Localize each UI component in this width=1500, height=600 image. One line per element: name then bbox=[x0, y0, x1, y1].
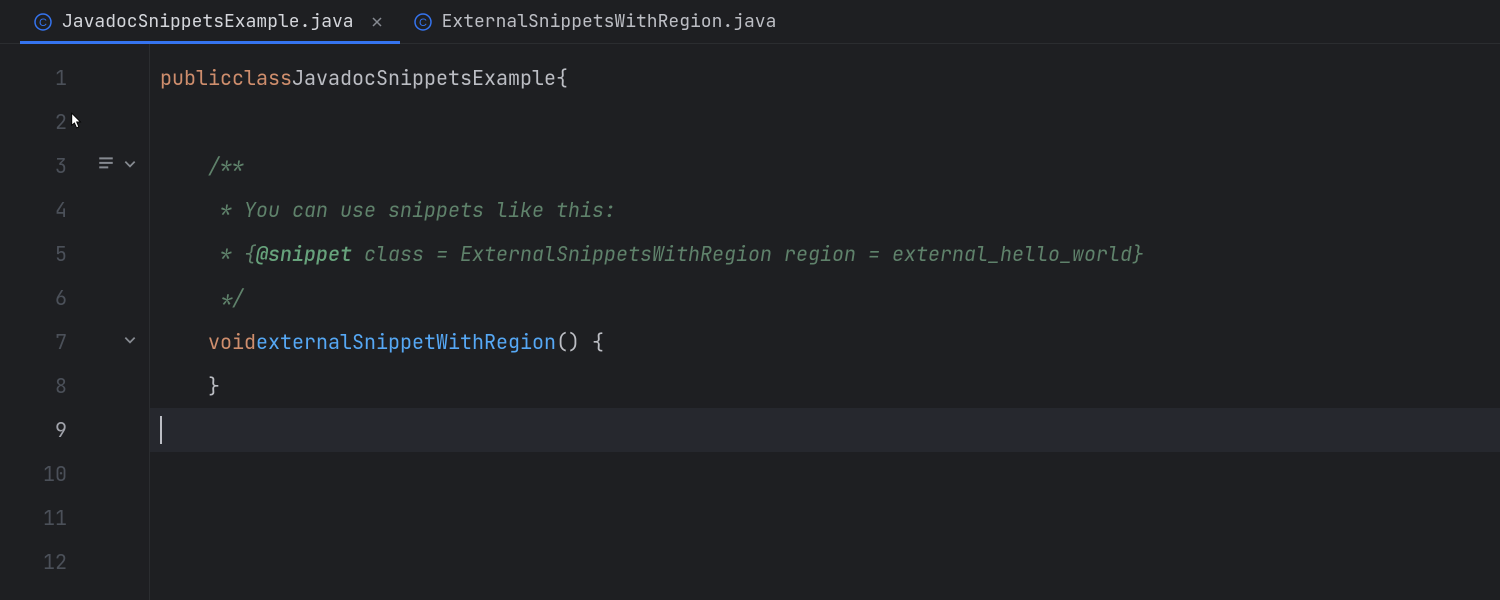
render-doc-icon[interactable] bbox=[97, 153, 115, 179]
gutter-line[interactable]: 10 bbox=[0, 452, 149, 496]
tab-external-snippets-with-region[interactable]: C ExternalSnippetsWithRegion.java bbox=[400, 0, 791, 43]
gutter-line[interactable]: 11 bbox=[0, 496, 149, 540]
gutter-line[interactable]: 8 bbox=[0, 364, 149, 408]
code-line[interactable] bbox=[150, 100, 1500, 144]
tab-javadoc-snippets-example[interactable]: C JavadocSnippetsExample.java bbox=[20, 0, 400, 43]
gutter-line[interactable]: 6 bbox=[0, 276, 149, 320]
code-line[interactable] bbox=[150, 540, 1500, 584]
tab-label: ExternalSnippetsWithRegion.java bbox=[442, 10, 777, 33]
code-line[interactable] bbox=[150, 496, 1500, 540]
code-line[interactable]: * {@snippet class = ExternalSnippetsWith… bbox=[150, 232, 1500, 276]
text-caret bbox=[160, 416, 162, 444]
code-line[interactable]: } bbox=[150, 364, 1500, 408]
java-class-icon: C bbox=[414, 13, 432, 31]
svg-text:C: C bbox=[419, 17, 427, 29]
gutter-line[interactable]: 1 bbox=[0, 56, 149, 100]
code-line[interactable] bbox=[150, 452, 1500, 496]
gutter-line[interactable]: 12 bbox=[0, 540, 149, 584]
code-line[interactable]: /** bbox=[150, 144, 1500, 188]
close-icon[interactable] bbox=[368, 13, 386, 31]
gutter-line[interactable]: 3 bbox=[0, 144, 149, 188]
gutter: 1 2 3 4 bbox=[0, 44, 150, 600]
gutter-line[interactable]: 7 bbox=[0, 320, 149, 364]
tabs-bar: C JavadocSnippetsExample.java C External… bbox=[0, 0, 1500, 44]
chevron-down-icon[interactable] bbox=[123, 157, 137, 176]
gutter-line[interactable]: 4 bbox=[0, 188, 149, 232]
gutter-line[interactable]: 2 bbox=[0, 100, 149, 144]
code-line[interactable]: * You can use snippets like this: bbox=[150, 188, 1500, 232]
code-line[interactable]: void externalSnippetWithRegion() { bbox=[150, 320, 1500, 364]
java-class-icon: C bbox=[34, 13, 52, 31]
code-line-current[interactable] bbox=[150, 408, 1500, 452]
code-line[interactable]: public class JavadocSnippetsExample { bbox=[150, 56, 1500, 100]
chevron-down-icon[interactable] bbox=[123, 333, 137, 352]
code-area[interactable]: public class JavadocSnippetsExample { /*… bbox=[150, 44, 1500, 600]
gutter-line[interactable]: 9 bbox=[0, 408, 149, 452]
tab-label: JavadocSnippetsExample.java bbox=[62, 10, 354, 33]
editor-container: 1 2 3 4 bbox=[0, 44, 1500, 600]
svg-text:C: C bbox=[39, 17, 47, 29]
gutter-line[interactable]: 5 bbox=[0, 232, 149, 276]
code-line[interactable]: */ bbox=[150, 276, 1500, 320]
